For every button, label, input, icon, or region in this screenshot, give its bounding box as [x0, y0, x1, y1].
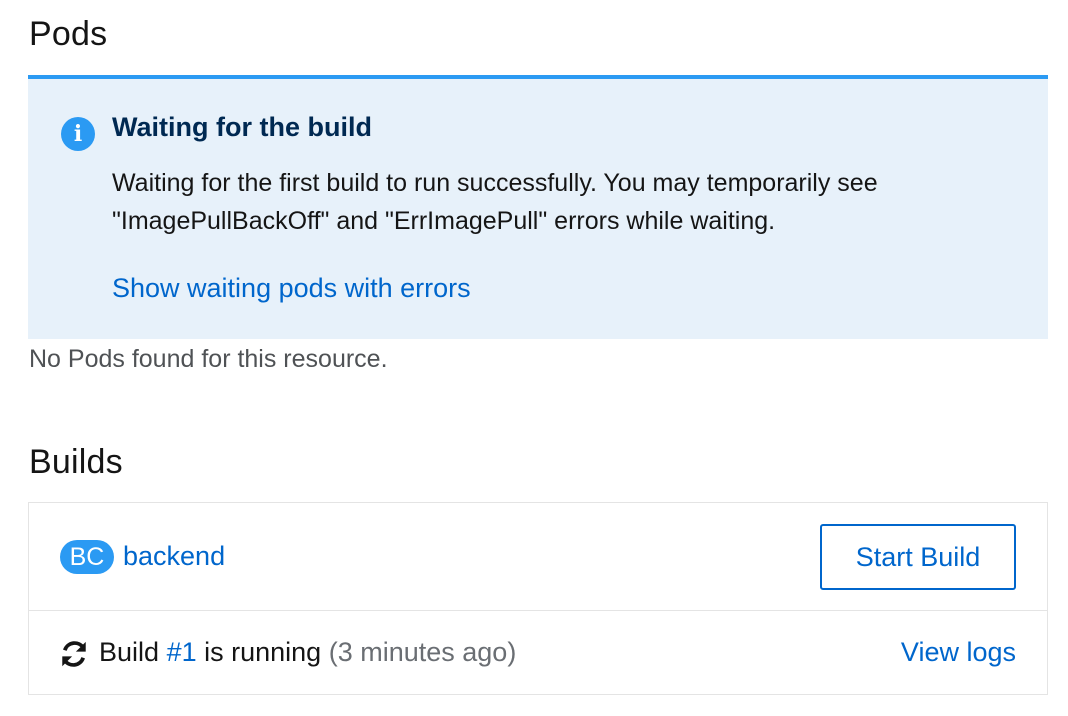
- start-build-button[interactable]: Start Build: [820, 524, 1016, 590]
- alert-body: Waiting for the first build to run succe…: [112, 169, 878, 235]
- build-config-badge: BC: [60, 540, 114, 574]
- page: Pods i Waiting for the build Waiting for…: [0, 0, 1068, 716]
- show-waiting-pods-link[interactable]: Show waiting pods with errors: [112, 275, 471, 302]
- build-prefix: Build: [99, 637, 160, 667]
- builds-list: BC backend Start Build Build #1 is runni…: [28, 502, 1048, 695]
- build-status: Build #1 is running (3 minutes ago): [99, 639, 516, 666]
- pods-section-title: Pods: [29, 15, 108, 53]
- view-logs-link[interactable]: View logs: [901, 639, 1016, 666]
- build-config-link[interactable]: backend: [123, 543, 225, 570]
- build-number-link[interactable]: #1: [167, 637, 197, 667]
- info-alert: i Waiting for the build Waiting for the …: [28, 75, 1048, 339]
- alert-title: Waiting for the build: [112, 112, 372, 142]
- build-state: is running: [204, 637, 322, 667]
- sync-icon: [62, 641, 86, 667]
- build-config-row: BC backend Start Build: [29, 503, 1047, 611]
- build-row: Build #1 is running (3 minutes ago) View…: [29, 611, 1047, 695]
- no-pods-message: No Pods found for this resource.: [29, 345, 388, 373]
- builds-section-title: Builds: [29, 443, 123, 481]
- info-circle-icon: i: [61, 117, 95, 151]
- build-timestamp: (3 minutes ago): [328, 637, 517, 667]
